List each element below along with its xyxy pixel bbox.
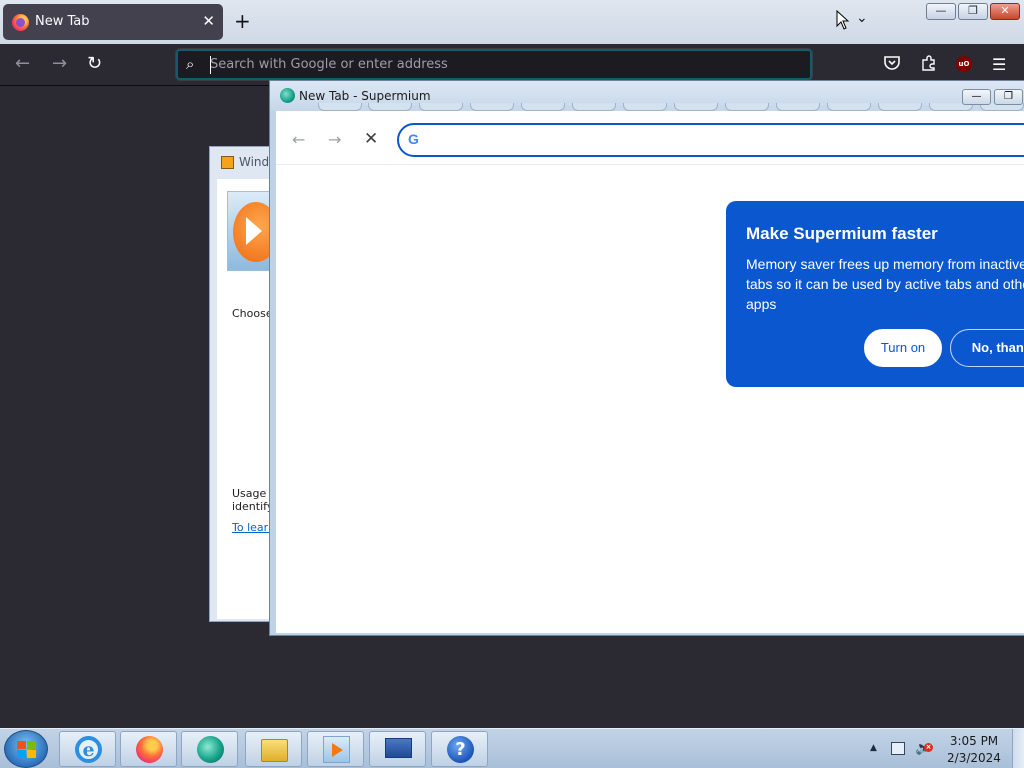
tab-stub <box>878 103 922 111</box>
tab-title: New Tab <box>35 14 90 29</box>
firefox-tab-new-tab[interactable]: New Tab ✕ <box>3 4 223 40</box>
supermium-content: ← → ✕ G Make Supermium faster × Memory s… <box>276 111 1024 633</box>
clock-time[interactable]: 3:05 PM <box>944 734 1004 748</box>
tab-stub <box>521 103 565 111</box>
tab-stub <box>318 103 362 111</box>
new-tab-button[interactable]: + <box>234 10 251 32</box>
promo-body: Memory saver frees up memory from inacti… <box>746 256 1024 312</box>
wmp-icon <box>221 156 234 169</box>
tab-stub <box>572 103 616 111</box>
taskbar-windows-explorer[interactable] <box>245 731 302 767</box>
pocket-icon[interactable] <box>884 55 900 74</box>
hamburger-menu-icon[interactable]: ☰ <box>992 55 1006 74</box>
start-button[interactable] <box>4 730 48 768</box>
turn-on-button[interactable]: Turn on <box>864 329 942 367</box>
folder-icon <box>261 739 288 762</box>
tab-stub <box>776 103 820 111</box>
tab-stub <box>368 103 412 111</box>
logo-yellow <box>27 750 36 758</box>
tab-stub <box>827 103 871 111</box>
extensions-icon[interactable] <box>921 55 937 75</box>
network-status-icon[interactable] <box>891 742 905 755</box>
logo-blue <box>17 750 26 758</box>
tab-stub <box>419 103 463 111</box>
tab-stub <box>674 103 718 111</box>
choose-settings-label: Choose <box>232 307 273 320</box>
reload-icon[interactable]: ↻ <box>87 53 102 74</box>
back-arrow-icon[interactable]: ← <box>15 53 30 74</box>
show-hidden-icons-arrow-icon[interactable]: ▲ <box>870 743 877 753</box>
promo-heading: Make Supermium faster <box>746 224 938 243</box>
firefox-icon <box>136 736 163 763</box>
media-player-icon <box>323 736 350 763</box>
supermium-toolbar: ← → ✕ G <box>276 111 1024 165</box>
forward-arrow-icon[interactable]: → <box>328 130 341 149</box>
minimize-button[interactable]: — <box>926 3 956 20</box>
taskbar: e ? ▲ 🔈 × 3:05 PM 2/3/2024 <box>0 728 1024 768</box>
supermium-icon <box>197 736 224 763</box>
omnibox[interactable]: G <box>397 123 1024 157</box>
help-icon: ? <box>447 736 474 763</box>
taskbar-firefox[interactable] <box>120 731 177 767</box>
taskbar-windows-media-player[interactable] <box>307 731 364 767</box>
stop-loading-icon[interactable]: ✕ <box>364 129 378 149</box>
maximize-button[interactable]: ❐ <box>958 3 988 20</box>
minimize-button[interactable]: — <box>962 89 991 105</box>
volume-muted-badge: × <box>924 743 933 752</box>
text-caret <box>210 56 211 74</box>
dialog-title: Wind <box>239 155 270 169</box>
forward-arrow-icon[interactable]: → <box>52 53 67 74</box>
taskbar-internet-explorer[interactable]: e <box>59 731 116 767</box>
no-thanks-button[interactable]: No, thanks <box>950 329 1024 367</box>
firefox-icon <box>12 14 29 31</box>
clock-date[interactable]: 2/3/2024 <box>944 751 1004 765</box>
address-bar-placeholder: Search with Google or enter address <box>210 57 448 72</box>
ublock-origin-icon[interactable]: uO <box>956 56 972 72</box>
address-bar[interactable]: ⌕ Search with Google or enter address <box>175 48 813 81</box>
memory-saver-promo: Make Supermium faster × Memory saver fre… <box>726 201 1024 387</box>
list-all-tabs-chevron-icon[interactable]: ⌄ <box>856 10 868 26</box>
show-desktop-button[interactable] <box>1012 729 1024 768</box>
mouse-cursor-icon <box>836 10 850 30</box>
supermium-title-bar[interactable]: New Tab - Supermium — ❐ <box>270 81 1024 111</box>
tab-stub <box>623 103 667 111</box>
firefox-tab-strip: New Tab ✕ + ⌄ — ❐ ✕ <box>0 0 1024 44</box>
tab-close-icon[interactable]: ✕ <box>202 12 215 30</box>
windows-logo-icon <box>17 741 37 758</box>
search-icon: ⌕ <box>186 55 195 73</box>
window-title: New Tab - Supermium <box>299 89 431 103</box>
tab-strip-stubs <box>310 103 1024 111</box>
tab-stub <box>725 103 769 111</box>
logo-red <box>17 741 26 749</box>
taskbar-supermium[interactable] <box>181 731 238 767</box>
google-icon: G <box>408 131 419 147</box>
back-arrow-icon[interactable]: ← <box>292 130 305 149</box>
tab-stub <box>470 103 514 111</box>
supermium-window: New Tab - Supermium — ❐ ← → ✕ G Make Sup… <box>269 80 1024 636</box>
close-button[interactable]: ✕ <box>990 3 1020 20</box>
maximize-button[interactable]: ❐ <box>994 89 1023 105</box>
taskbar-network[interactable] <box>369 731 426 767</box>
internet-explorer-icon: e <box>75 736 102 763</box>
supermium-icon <box>280 88 295 103</box>
logo-green <box>27 741 36 749</box>
play-icon <box>246 217 262 245</box>
taskbar-help[interactable]: ? <box>431 731 488 767</box>
computer-network-icon <box>385 738 412 758</box>
usage-text-line-2: identify <box>232 500 274 513</box>
